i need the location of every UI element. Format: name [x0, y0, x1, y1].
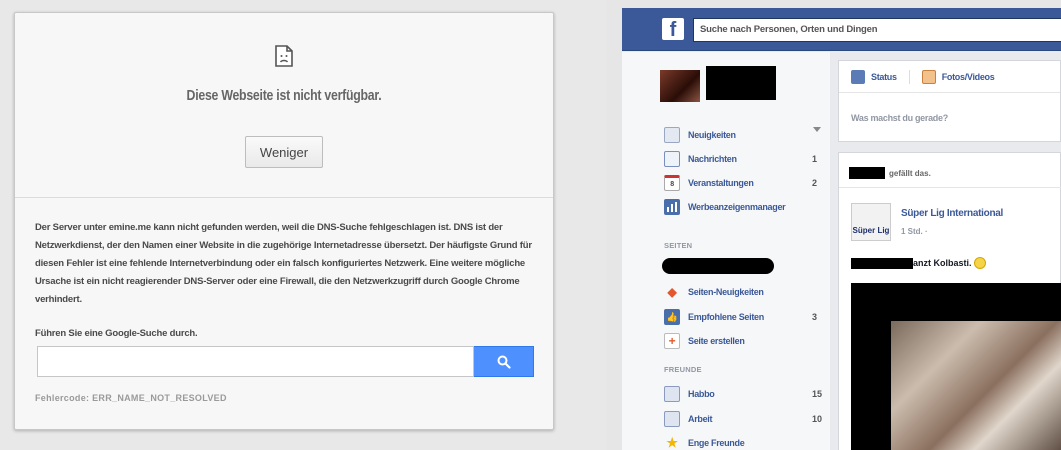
friend-list-icon: [664, 411, 680, 427]
create-page-icon: +: [664, 333, 680, 349]
pages-section-title: SEITEN: [664, 241, 693, 250]
photo-icon: [921, 69, 936, 84]
error-card: Diese Webseite ist nicht verfügbar. Weni…: [14, 12, 554, 430]
messages-icon: [664, 151, 680, 167]
google-search-box: [37, 346, 534, 377]
post-author[interactable]: Süper Lig International: [901, 208, 1003, 219]
page-name-redacted[interactable]: [662, 258, 774, 274]
error-description: Der Server unter emine.me kann nicht gef…: [35, 222, 532, 305]
friend-list-icon: [664, 386, 680, 402]
facebook-logo-icon[interactable]: f: [662, 18, 684, 41]
tab-status-label: Status: [871, 71, 897, 82]
tab-photos-label: Fotos/Videos: [941, 71, 995, 82]
composer-tabs: Status Fotos/Videos: [839, 61, 1060, 93]
sidebar-item-label: Nachrichten: [688, 154, 737, 164]
habbo-count-badge: 15: [812, 389, 823, 399]
sidebar-item-news-feed[interactable]: Neuigkeiten: [664, 126, 736, 144]
like-pages-icon: 👍: [664, 309, 680, 325]
sidebar-item-like-pages[interactable]: 👍 Empfohlene Seiten: [664, 308, 764, 326]
profile-redacted[interactable]: [660, 66, 776, 104]
sidebar-item-label: Habbo: [688, 389, 715, 399]
sidebar-item-label: Seiten-Neuigkeiten: [688, 287, 764, 297]
post-video[interactable]: [851, 283, 1061, 450]
video-thumbnail: [891, 321, 1061, 450]
ads-manager-icon: [664, 199, 680, 215]
page-avatar[interactable]: Süper Lig: [851, 203, 891, 241]
post-text-visible: anzt Kolbasti.: [913, 258, 972, 268]
google-search-hint: Führen Sie eine Google-Suche durch.: [35, 328, 198, 339]
messages-count-badge: 1: [812, 154, 818, 164]
error-title: Diese Webseite ist nicht verfügbar.: [186, 87, 382, 104]
facebook-top-bar: f Suche nach Personen, Orten und Dingen: [622, 8, 1061, 51]
sidebar-item-ads-manager[interactable]: Werbeanzeigenmanager: [664, 198, 786, 216]
events-icon: 8: [664, 175, 680, 191]
facebook-left-sidebar: Neuigkeiten Nachrichten 1 8 Veranstaltun…: [622, 52, 830, 450]
error-details: Der Server unter emine.me kann nicht gef…: [35, 219, 535, 343]
events-count-badge: 2: [812, 178, 818, 188]
text-redacted: [851, 257, 913, 269]
google-search-button[interactable]: [474, 346, 534, 377]
tab-photos-videos[interactable]: Fotos/Videos: [921, 69, 995, 84]
smiley-emoji-icon: [973, 257, 986, 269]
sidebar-item-create-page[interactable]: + Seite erstellen: [664, 332, 745, 350]
facebook-page: f Suche nach Personen, Orten und Dingen …: [622, 8, 1061, 450]
sidebar-item-friend-list-work[interactable]: Arbeit: [664, 410, 713, 428]
sidebar-item-friend-list-habbo[interactable]: Habbo: [664, 385, 715, 403]
sidebar-item-pages-feed[interactable]: ◆ Seiten-Neuigkeiten: [664, 283, 764, 301]
work-count-badge: 10: [812, 414, 823, 424]
sidebar-item-messages[interactable]: Nachrichten: [664, 150, 737, 168]
post-divider: [839, 187, 1061, 188]
name-redacted: [849, 167, 885, 179]
tab-divider: [908, 69, 910, 84]
sidebar-item-label: Empfohlene Seiten: [688, 312, 764, 322]
post-text: anzt Kolbasti.: [851, 257, 986, 269]
sidebar-item-label: Arbeit: [688, 414, 713, 424]
error-header: Diese Webseite ist nicht verfügbar. Weni…: [15, 13, 553, 198]
like-pages-count-badge: 3: [812, 312, 818, 322]
less-button[interactable]: Weniger: [245, 136, 323, 168]
pages-feed-icon: ◆: [667, 285, 677, 299]
chevron-down-icon[interactable]: [813, 127, 821, 132]
story-text: gefällt das.: [889, 168, 931, 178]
sidebar-item-label: Enge Freunde: [688, 438, 745, 448]
facebook-search-input[interactable]: Suche nach Personen, Orten und Dingen: [693, 18, 1061, 42]
pencil-icon: [851, 69, 865, 84]
chrome-error-page: Diese Webseite ist nicht verfügbar. Weni…: [0, 0, 606, 450]
screenshot-stage: Diese Webseite ist nicht verfügbar. Weni…: [0, 0, 1061, 450]
sidebar-item-label: Seite erstellen: [688, 336, 745, 346]
sidebar-item-label: Neuigkeiten: [688, 130, 736, 140]
post-timestamp[interactable]: 1 Std. ·: [901, 227, 928, 236]
error-code: Fehlercode: ERR_NAME_NOT_RESOLVED: [35, 393, 227, 403]
news-feed-icon: [664, 127, 680, 143]
status-input[interactable]: Was machst du gerade?: [851, 113, 948, 123]
search-icon: [497, 355, 511, 369]
status-composer: Status Fotos/Videos Was machst du gerade…: [838, 60, 1061, 142]
sidebar-item-label: Veranstaltungen: [688, 178, 754, 188]
feed-post: gefällt das. Süper Lig Süper Lig Interna…: [838, 152, 1061, 450]
post-story-line: gefällt das.: [849, 167, 931, 179]
friends-section-title: FREUNDE: [664, 365, 702, 374]
tab-status[interactable]: Status: [851, 69, 897, 84]
star-icon: ★: [666, 435, 678, 450]
sidebar-item-close-friends[interactable]: ★ Enge Freunde: [664, 434, 744, 450]
sidebar-item-label: Werbeanzeigenmanager: [688, 202, 786, 212]
sidebar-item-events[interactable]: 8 Veranstaltungen: [664, 174, 754, 192]
sad-page-icon: [275, 45, 293, 67]
google-search-input[interactable]: [37, 346, 474, 377]
